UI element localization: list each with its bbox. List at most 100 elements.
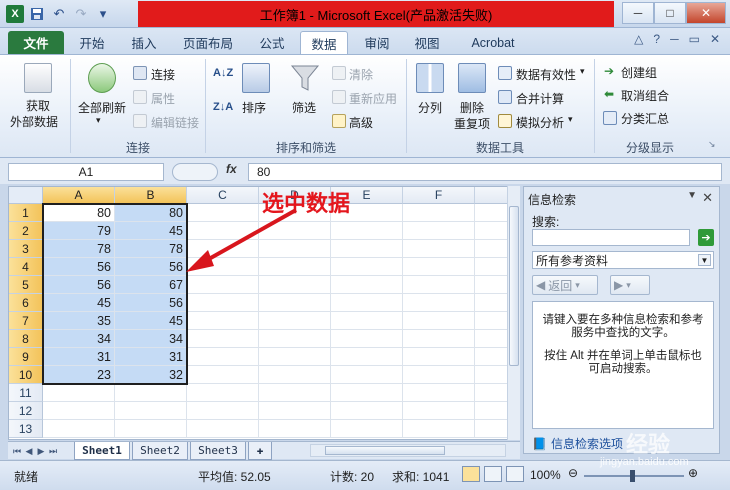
grid-cell[interactable]: [43, 420, 115, 438]
get-external-line2[interactable]: 外部数据: [10, 113, 58, 130]
insert-sheet-icon[interactable]: ✚: [248, 442, 272, 460]
grid-cell[interactable]: [331, 222, 403, 240]
grid-cell[interactable]: [187, 402, 259, 420]
grid-cell[interactable]: [259, 420, 331, 438]
sort-button[interactable]: 排序: [242, 99, 266, 116]
grid-cell[interactable]: [187, 420, 259, 438]
window-minimize-icon[interactable]: ─: [670, 32, 679, 46]
minimize-button[interactable]: ─: [622, 2, 654, 24]
grid-cell[interactable]: 32: [115, 366, 187, 384]
grid-cell[interactable]: [331, 258, 403, 276]
row-header[interactable]: 6: [9, 294, 43, 312]
row-header[interactable]: 1: [9, 204, 43, 222]
tab-page-layout[interactable]: 页面布局: [176, 31, 240, 54]
first-sheet-icon[interactable]: ⏮: [12, 445, 22, 457]
grid-cell[interactable]: 80: [43, 204, 115, 222]
tab-acrobat[interactable]: Acrobat: [460, 31, 526, 54]
grid-cell[interactable]: [331, 384, 403, 402]
horizontal-scrollbar[interactable]: [310, 444, 506, 457]
grid-cell[interactable]: [403, 402, 475, 420]
dialog-launcher-icon[interactable]: ↘: [708, 139, 716, 150]
grid-cell[interactable]: [403, 312, 475, 330]
redo-icon[interactable]: ↷: [72, 5, 90, 23]
row-header[interactable]: 5: [9, 276, 43, 294]
grid-cell[interactable]: [115, 420, 187, 438]
search-go-icon[interactable]: ➔: [698, 229, 714, 246]
formula-input[interactable]: 80: [248, 163, 722, 181]
minimize-ribbon-icon[interactable]: △: [634, 32, 643, 46]
zoom-slider-handle[interactable]: [630, 470, 635, 482]
row-header[interactable]: 7: [9, 312, 43, 330]
tab-data[interactable]: 数据: [300, 31, 348, 54]
grid-cell[interactable]: [115, 384, 187, 402]
horizontal-scroll-thumb[interactable]: [325, 446, 445, 455]
grid-cell[interactable]: 56: [115, 258, 187, 276]
page-break-view-icon[interactable]: [506, 466, 524, 482]
search-input[interactable]: [532, 229, 690, 246]
grid-cell[interactable]: 79: [43, 222, 115, 240]
next-sheet-icon[interactable]: ▶: [36, 445, 46, 457]
grid-cell[interactable]: [403, 330, 475, 348]
grid-cell[interactable]: [403, 240, 475, 258]
row-header[interactable]: 9: [9, 348, 43, 366]
grid-cell[interactable]: [259, 348, 331, 366]
zoom-out-icon[interactable]: ⊖: [568, 466, 578, 480]
column-header-c[interactable]: C: [187, 187, 259, 204]
tab-file[interactable]: 文件: [8, 31, 64, 54]
grid-cell[interactable]: [187, 384, 259, 402]
connections-button[interactable]: 连接: [151, 66, 175, 83]
name-box[interactable]: A1: [8, 163, 164, 181]
grid-cell[interactable]: [259, 330, 331, 348]
grid-cell[interactable]: [403, 384, 475, 402]
column-header-b[interactable]: B: [115, 187, 187, 204]
pane-close-icon[interactable]: ✕: [702, 190, 713, 206]
grid-cell[interactable]: [259, 402, 331, 420]
page-layout-view-icon[interactable]: [484, 466, 502, 482]
remove-duplicates-line1[interactable]: 删除: [460, 99, 484, 116]
grid-cell[interactable]: [259, 384, 331, 402]
excel-app-icon[interactable]: X: [6, 5, 24, 23]
row-header[interactable]: 11: [9, 384, 43, 402]
window-close-icon[interactable]: ✕: [710, 32, 720, 46]
whatif-button[interactable]: 模拟分析: [516, 114, 564, 131]
insert-function-icon[interactable]: fx: [226, 162, 240, 182]
consolidate-button[interactable]: 合并计算: [516, 90, 564, 107]
grid-cell[interactable]: [331, 348, 403, 366]
grid-cell[interactable]: 67: [115, 276, 187, 294]
row-header[interactable]: 10: [9, 366, 43, 384]
grid-cell[interactable]: 31: [115, 348, 187, 366]
window-restore-icon[interactable]: ▭: [689, 32, 700, 46]
sheet-tab-2[interactable]: Sheet2: [132, 442, 188, 460]
vertical-scroll-thumb[interactable]: [509, 206, 519, 366]
pane-menu-icon[interactable]: ▼: [687, 190, 697, 201]
grid-cell[interactable]: 56: [115, 294, 187, 312]
grid-cell[interactable]: [403, 276, 475, 294]
row-header[interactable]: 4: [9, 258, 43, 276]
grid-cell[interactable]: [403, 348, 475, 366]
grid-cell[interactable]: 34: [43, 330, 115, 348]
grid-cell[interactable]: [331, 420, 403, 438]
get-external-line1[interactable]: 获取: [26, 97, 50, 114]
grid-cell[interactable]: [331, 402, 403, 420]
normal-view-icon[interactable]: [462, 466, 480, 482]
refresh-dropdown-icon[interactable]: ▾: [96, 115, 101, 126]
grid-cell[interactable]: [259, 294, 331, 312]
grid-cell[interactable]: [403, 258, 475, 276]
grid-cell[interactable]: 80: [115, 204, 187, 222]
tab-review[interactable]: 审阅: [356, 31, 398, 54]
grid-cell[interactable]: [403, 222, 475, 240]
advanced-button[interactable]: 高级: [349, 114, 373, 131]
column-header-f[interactable]: F: [403, 187, 475, 204]
grid-cell[interactable]: [259, 312, 331, 330]
grid-cell[interactable]: [403, 204, 475, 222]
sort-ascending-icon[interactable]: A↓Z: [213, 67, 233, 79]
grid-cell[interactable]: 23: [43, 366, 115, 384]
ungroup-button[interactable]: 取消组合: [621, 87, 669, 104]
grid-cell[interactable]: [43, 384, 115, 402]
grid-cell[interactable]: 45: [43, 294, 115, 312]
last-sheet-icon[interactable]: ⏭: [48, 445, 58, 457]
tab-home[interactable]: 开始: [70, 31, 114, 54]
grid-cell[interactable]: [331, 366, 403, 384]
grid-cell[interactable]: [331, 330, 403, 348]
row-header[interactable]: 2: [9, 222, 43, 240]
